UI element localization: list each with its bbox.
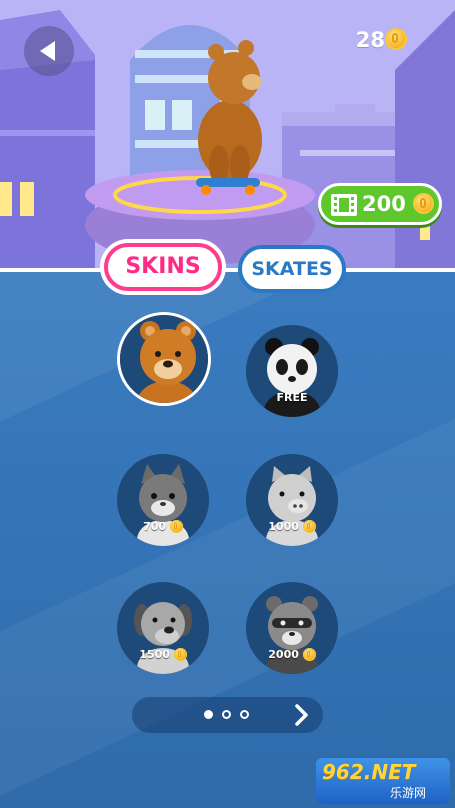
- gold-coin-icon: [413, 193, 434, 214]
- game-scene: 28 200: [0, 0, 455, 268]
- bear-icon: [120, 315, 208, 403]
- back-arrow-icon: [40, 41, 55, 61]
- gold-coin-icon: [302, 520, 316, 533]
- skin-price: 700: [143, 519, 167, 533]
- watermark-brand: 962.NET: [322, 760, 416, 784]
- skin-raccoon[interactable]: 2000: [246, 582, 338, 674]
- skin-price: 2000: [268, 647, 299, 661]
- skin-dog[interactable]: 1500: [117, 582, 209, 674]
- tab-skates[interactable]: SKATES: [238, 245, 346, 293]
- gold-coin-icon: [173, 648, 187, 661]
- skin-price: FREE: [276, 391, 308, 404]
- gold-coin-icon: [385, 28, 407, 50]
- skin-price-row: 1500: [117, 647, 209, 661]
- skin-price-row: 700: [117, 519, 209, 533]
- chevron-right-icon[interactable]: [289, 703, 313, 727]
- gold-coin-icon: [302, 648, 316, 661]
- watermark-logo: 962.NET 乐游网: [316, 758, 450, 804]
- watermark-sub: 乐游网: [390, 786, 427, 800]
- skin-price: 1500: [139, 647, 170, 661]
- skin-cat[interactable]: 700: [117, 454, 209, 546]
- tab-skins[interactable]: SKINS: [104, 243, 222, 291]
- skin-bear[interactable]: [117, 312, 211, 406]
- skin-price-row: 2000: [246, 647, 338, 661]
- page-dot-2[interactable]: [222, 710, 231, 719]
- skin-price: 1000: [268, 519, 299, 533]
- video-reward-amount: 200: [362, 192, 406, 216]
- skin-panda[interactable]: FREE: [246, 325, 338, 417]
- watch-video-reward-button[interactable]: 200: [318, 183, 442, 225]
- page-dot-3[interactable]: [240, 710, 249, 719]
- gold-coin-icon: [169, 520, 183, 533]
- skin-price-row: 1000: [246, 519, 338, 533]
- skin-pig[interactable]: 1000: [246, 454, 338, 546]
- coin-balance: 28: [355, 28, 385, 52]
- back-button[interactable]: [24, 26, 74, 76]
- film-video-icon: [331, 194, 357, 216]
- page-dot-1[interactable]: [204, 710, 213, 719]
